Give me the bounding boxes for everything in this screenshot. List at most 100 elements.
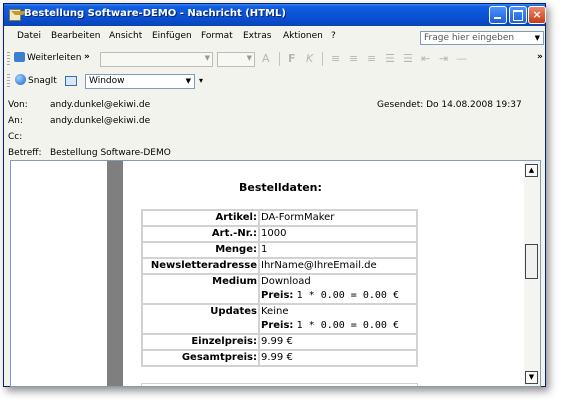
font-color-icon[interactable]: A [262, 52, 270, 65]
italic-icon[interactable]: K [306, 52, 313, 65]
menu-datei[interactable]: Datei [17, 31, 41, 41]
table-row: Einzelpreis: 9.99 € [142, 334, 417, 350]
dropdown-arrow-icon: ▼ [204, 54, 210, 62]
toolbar-more-icon[interactable]: » [84, 52, 90, 62]
message-header: Von: andy.dunkel@ekiwi.de Gesendet: Do 1… [4, 96, 545, 160]
menu-bearbeiten[interactable]: Bearbeiten [51, 31, 100, 41]
order-value: 9.99 € [259, 350, 417, 366]
price-label: Preis: [261, 290, 294, 301]
font-size-combo[interactable]: ▼ [217, 52, 255, 67]
order-key: Medium [142, 274, 259, 304]
subject-value: Bestellung Software-DEMO [50, 148, 171, 158]
order-value: DA-FormMaker [259, 210, 417, 226]
capture-window-icon[interactable] [65, 76, 77, 86]
toolbar-grip[interactable] [7, 74, 10, 88]
toolbar-grip[interactable] [7, 52, 10, 66]
toolbar-separator [279, 52, 280, 66]
sent-date: Gesendet: Do 14.08.2008 19:37 [377, 100, 522, 110]
order-key: Newsletteradresse [142, 258, 259, 274]
table-row: Gesamtpreis: 9.99 € [142, 350, 417, 366]
scroll-up-icon[interactable]: ▲ [525, 164, 538, 177]
order-key: Artikel: [142, 210, 259, 226]
menu-format[interactable]: Format [201, 31, 233, 41]
toolbar-more-icon[interactable]: » [537, 52, 543, 62]
bold-icon[interactable]: F [288, 52, 296, 65]
table-row: Medium Download Preis: 1 * 0.00 = 0.00 € [142, 274, 417, 304]
order-value: 9.99 € [259, 334, 417, 350]
snagit-button[interactable]: SnagIt [15, 74, 57, 86]
menu-aktionen[interactable]: Aktionen [283, 31, 323, 41]
dropdown-arrow-icon: ▼ [246, 54, 252, 62]
snagit-icon [15, 74, 26, 85]
dropdown-arrow-icon: ▼ [185, 77, 191, 85]
formatting-toolbar: Weiterleiten » ▼ ▼ A F K ≡ ≡ ≡ ☰ ☰ ⇤ ⇥ —… [4, 48, 545, 70]
bullet-list-icon[interactable]: ☰ [385, 52, 395, 65]
order-value: 1000 [259, 226, 417, 242]
from-value[interactable]: andy.dunkel@ekiwi.de [50, 100, 150, 110]
capture-mode-combo[interactable]: Window ▼ [85, 74, 195, 89]
close-button[interactable]: × [528, 6, 546, 24]
message-body[interactable]: Bestelldaten: Artikel: DA-FormMaker Art.… [10, 160, 541, 387]
from-label: Von: [8, 100, 28, 110]
decrease-indent-icon[interactable]: ⇤ [421, 52, 430, 65]
menu-ansicht[interactable]: Ansicht [109, 31, 142, 41]
window-title: Bestellung Software-DEMO - Nachricht (HT… [24, 8, 286, 19]
capture-mode-value: Window [89, 76, 125, 86]
order-value: Keine [261, 306, 289, 317]
menu-help[interactable]: ? [331, 31, 336, 41]
forward-button[interactable]: Weiterleiten [14, 52, 81, 63]
table-row: Artikel: DA-FormMaker [142, 210, 417, 226]
align-left-icon[interactable]: ≡ [331, 52, 340, 65]
order-key: Updates [142, 304, 259, 334]
order-key: Menge: [142, 242, 259, 258]
align-center-icon[interactable]: ≡ [349, 52, 358, 65]
vertical-scrollbar[interactable]: ▲ ▼ [524, 161, 540, 386]
price-value: 1 * 0.00 = 0.00 € [296, 290, 399, 301]
menu-extras[interactable]: Extras [243, 31, 271, 41]
message-window: Bestellung Software-DEMO - Nachricht (HT… [3, 3, 546, 387]
horizontal-line-icon[interactable]: — [456, 52, 467, 65]
subject-label: Betreff: [8, 148, 42, 158]
order-value-cell: Keine Preis: 1 * 0.00 = 0.00 € [259, 304, 417, 334]
to-value[interactable]: andy.dunkel@ekiwi.de [50, 116, 150, 126]
price-label: Preis: [261, 320, 294, 331]
table-row: Art.-Nr.: 1000 [142, 226, 417, 242]
cc-label: Cc: [8, 132, 23, 142]
scroll-thumb[interactable] [525, 244, 538, 279]
price-value: 1 * 0.00 = 0.00 € [296, 320, 399, 331]
order-table: Artikel: DA-FormMaker Art.-Nr.: 1000 Men… [141, 209, 418, 367]
snagit-label: SnagIt [28, 76, 57, 86]
table-row: Newsletteradresse IhrName@IhreEmail.de [142, 258, 417, 274]
dropdown-arrow-icon[interactable]: ▼ [535, 32, 540, 44]
title-bar[interactable]: Bestellung Software-DEMO - Nachricht (HT… [4, 4, 546, 26]
order-value: 1 [259, 242, 417, 258]
font-style-combo[interactable]: ▼ [100, 52, 213, 67]
order-title: Bestelldaten: [239, 181, 322, 194]
message-envelope-icon [9, 9, 27, 21]
help-search-input[interactable]: Frage hier eingeben ▼ [420, 31, 544, 45]
forward-icon [14, 52, 25, 62]
snagit-toolbar: SnagIt Window ▼ ▾ [4, 70, 545, 92]
table-row: Menge: 1 [142, 242, 417, 258]
maximize-button[interactable] [509, 6, 527, 24]
order-key: Einzelpreis: [142, 334, 259, 350]
toolbar-options-icon[interactable]: ▾ [199, 76, 203, 85]
order-value: Download [261, 276, 311, 287]
minimize-button[interactable] [489, 6, 507, 24]
scroll-down-icon[interactable]: ▼ [525, 371, 538, 384]
order-key: Gesamtpreis: [142, 350, 259, 366]
to-label: An: [8, 116, 23, 126]
menu-bar: Datei Bearbeiten Ansicht Einfügen Format… [4, 28, 545, 46]
order-value: IhrName@IhreEmail.de [259, 258, 417, 274]
body-divider-bar [107, 161, 123, 386]
table-row: Updates Keine Preis: 1 * 0.00 = 0.00 € [142, 304, 417, 334]
next-table-edge [141, 383, 418, 386]
toolbar-separator [322, 52, 323, 66]
help-search-placeholder: Frage hier eingeben [424, 33, 515, 43]
increase-indent-icon[interactable]: ⇥ [439, 52, 448, 65]
order-key: Art.-Nr.: [142, 226, 259, 242]
menu-einfuegen[interactable]: Einfügen [152, 31, 192, 41]
align-right-icon[interactable]: ≡ [367, 52, 376, 65]
numbered-list-icon[interactable]: ☰ [403, 52, 413, 65]
forward-label: Weiterleiten [27, 53, 82, 63]
